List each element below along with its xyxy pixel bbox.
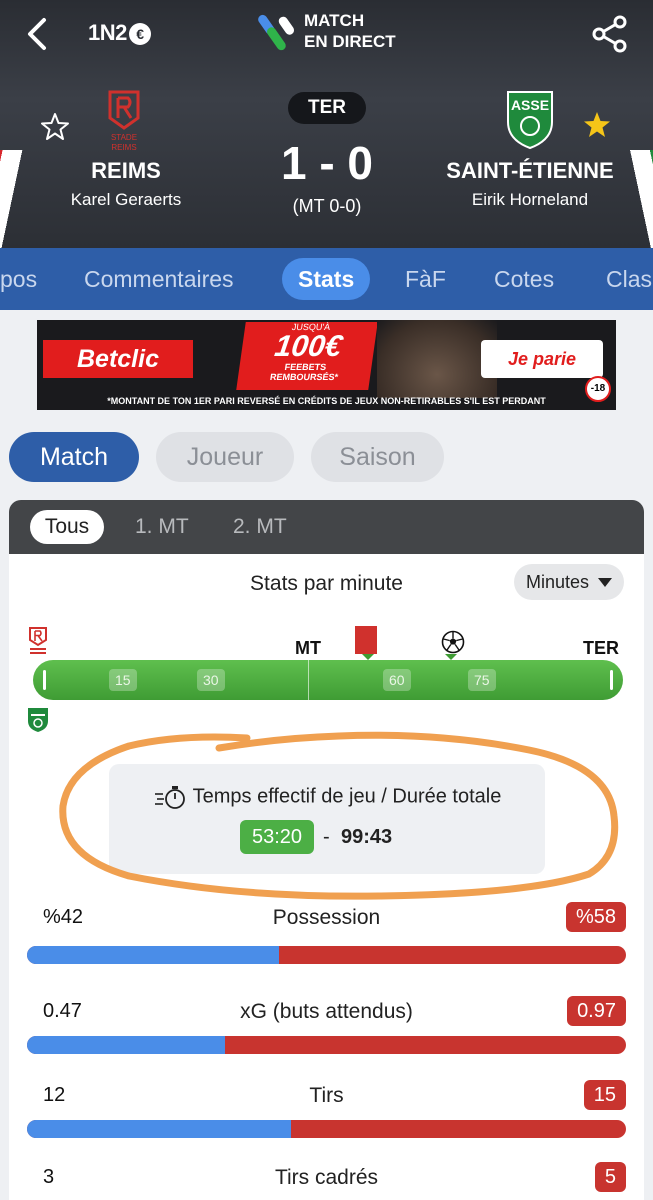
timeline-halftime-label: MT [295,638,321,658]
stat-comparison-bar [27,946,626,964]
brand-text: 1N2 [88,20,127,45]
away-team[interactable]: SAINT-ÉTIENNE Eirik Horneland [440,158,620,210]
stat-away-value: %58 [565,902,626,932]
back-arrow-icon[interactable] [20,14,54,54]
caret-down-icon [598,578,612,587]
ad-brand-logo: Betclic [43,340,193,378]
stat-away-value: 0.97 [567,996,626,1026]
halftime-score: (MT 0-0) [292,196,362,216]
segment-saison[interactable]: Saison [311,432,444,482]
reims-crest-icon: STADE REIMS [108,90,140,152]
tab-stats[interactable]: Stats [282,258,371,300]
segment-match[interactable]: Match [9,432,139,482]
goal-ball-icon[interactable] [441,630,465,654]
tab-commentaires[interactable]: Commentaires [84,258,234,300]
betclic-ad-banner[interactable]: Betclic JUSQU'À 100€ FEEBETS REMBOURSÉS*… [37,320,616,410]
home-team[interactable]: REIMS Karel Geraerts [60,158,192,210]
live-label-line2: EN DIRECT [304,32,396,51]
reims-mini-crest-icon [29,627,47,654]
stat-home-value: %42 [43,906,84,928]
svg-text:STADE: STADE [111,133,137,142]
asse-crest-icon: ASSE [507,91,553,150]
match-header: 1N2 € MATCH EN DIRECT STADE REIMS ASSE RE… [0,0,653,248]
minutes-dropdown-label: Minutes [526,572,590,592]
stats-card: Tous 1. MT 2. MT Stats par minute Minute… [9,500,644,1200]
live-label-line1: MATCH [304,11,365,30]
ad-promo-sub2: REMBOURSÉS* [269,372,339,382]
stat-comparison-bar [27,1036,626,1054]
timeline-tick: 30 [197,669,225,691]
ad-rooster-tattoo-image [377,320,497,398]
stat-label: Possession [272,906,381,929]
live-logo-icon [258,14,295,51]
stat-home-value: 0.47 [43,1000,82,1022]
away-team-name: SAINT-ÉTIENNE [446,158,614,183]
stat-home-value: 3 [43,1166,55,1188]
brand-1n2-logo[interactable]: 1N2 € [88,20,151,46]
tab-classement[interactable]: Clas [606,258,652,300]
ad-promo-sub1: FEEBETS [283,362,327,372]
stat-home-value: 12 [43,1084,66,1106]
away-coach-name: Eirik Horneland [471,190,589,209]
ad-disclaimer: *MONTANT DE TON 1ER PARI REVERSÉ EN CRÉD… [107,396,546,406]
goal-marker [445,654,457,660]
minute-timeline[interactable]: 15 30 60 75 [33,654,623,700]
stat-row-possession[interactable]: %42 Possession %58 [27,902,626,972]
period-first-half[interactable]: 1. MT [135,510,189,544]
share-icon[interactable] [590,14,630,54]
stat-label: Tirs [309,1084,344,1107]
stat-away-value: 5 [594,1162,626,1192]
home-flag-stripe [0,150,43,248]
timeline-tick: 60 [383,669,411,691]
favorite-star-filled-icon[interactable] [582,110,612,140]
home-coach-name: Karel Geraerts [70,190,182,209]
segment-joueur[interactable]: Joueur [156,432,294,482]
ad-promo: JUSQU'À 100€ FEEBETS REMBOURSÉS* [236,322,378,390]
home-team-name: REIMS [91,158,161,183]
minutes-dropdown[interactable]: Minutes [514,564,624,600]
svg-text:ASSE: ASSE [511,97,549,113]
ad-promo-amount: 100€ [272,330,345,363]
tab-infos[interactable]: pos [0,258,37,300]
timeline-tick: 75 [468,669,496,691]
live-label: MATCH EN DIRECT [304,10,396,52]
match-tabs: pos Commentaires Stats FàF Cotes Clas [0,248,653,310]
stat-home-fill [27,1120,291,1138]
stats-per-minute-title: Stats par minute [250,572,403,595]
stat-home-fill [27,1036,225,1054]
red-card-marker [362,654,374,660]
timeline-end-cap [610,670,613,690]
match-score: 1 - 0 [280,137,374,189]
stat-label: xG (buts attendus) [240,1000,413,1023]
period-all[interactable]: Tous [30,510,104,544]
stat-row-xg[interactable]: 0.47 xG (buts attendus) 0.97 [27,996,626,1066]
period-second-half[interactable]: 2. MT [233,510,287,544]
stat-row-shots-on-target[interactable]: 3 Tirs cadrés 5 [27,1162,626,1200]
match-status-badge: TER [288,92,366,124]
stat-away-value: 15 [583,1080,626,1110]
favorite-star-outline-icon[interactable] [40,112,70,142]
stat-label: Tirs cadrés [274,1166,379,1189]
timeline-end-label: TER [583,638,619,658]
asse-mini-crest-icon [28,708,48,732]
timeline-start-cap [43,670,46,690]
tab-faf[interactable]: FàF [405,258,446,300]
orange-annotation-circle [59,731,619,900]
red-card-icon[interactable] [355,626,377,654]
coin-icon: € [128,23,151,46]
stat-home-fill [27,946,279,964]
period-selector: Tous 1. MT 2. MT [9,500,644,554]
timeline-halftime-divider [308,660,309,700]
tab-cotes[interactable]: Cotes [494,258,554,300]
stat-comparison-bar [27,1120,626,1138]
stat-row-shots[interactable]: 12 Tirs 15 [27,1080,626,1150]
ad-cta-button[interactable]: Je parie [481,340,603,378]
timeline-tick: 15 [109,669,137,691]
svg-text:REIMS: REIMS [111,143,136,152]
